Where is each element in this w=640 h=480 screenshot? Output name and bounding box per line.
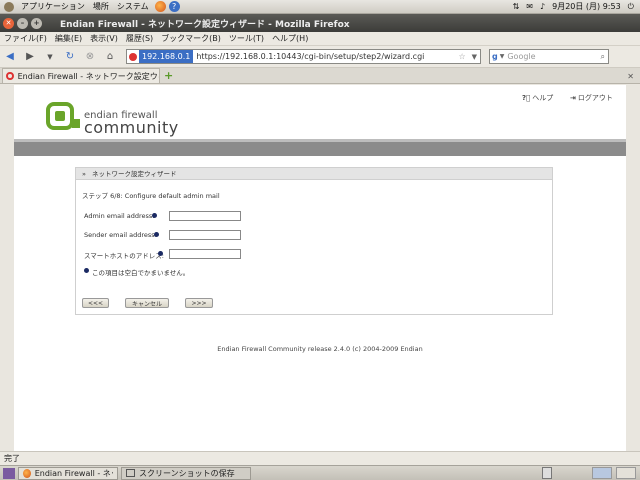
history-dropdown-icon[interactable]: ▼ [43, 50, 57, 64]
menu-history[interactable]: 履歴(S) [122, 33, 157, 44]
show-desktop-icon[interactable] [3, 467, 15, 479]
sender-email-input[interactable] [169, 230, 241, 240]
wizard-title: ネットワーク設定ウィザード [91, 170, 177, 178]
note-dot-icon [84, 268, 89, 273]
reload-icon[interactable]: ↻ [63, 50, 77, 64]
clock[interactable]: 9月20日 (月) 9:53 [552, 1, 621, 12]
wizard-step: ステップ 6/8: Configure default admin mail [82, 192, 220, 200]
smarthost-label: スマートホストのアドレス: [84, 252, 164, 260]
status-text: 完了 [4, 454, 20, 463]
top-panel: アプリケーション 場所 システム ? ⇅ ✉ ♪ 9月20日 (月) 9:53 … [0, 0, 640, 14]
help-link[interactable]: ?⃞ ヘルプ [522, 93, 553, 103]
panel-menu-applications[interactable]: アプリケーション [17, 1, 89, 12]
home-icon[interactable]: ⌂ [103, 50, 117, 64]
menu-help[interactable]: ヘルプ(H) [268, 33, 312, 44]
next-button[interactable]: >>> [185, 298, 213, 308]
bottom-taskbar: Endian Firewall - ネッ... スクリーンショットの保存 [0, 465, 640, 480]
search-icon[interactable]: ⌕ [601, 52, 608, 62]
taskbar-item-firefox[interactable]: Endian Firewall - ネッ... [18, 466, 118, 480]
bookmark-star-icon[interactable]: ☆ [455, 52, 468, 61]
tab-endian[interactable]: Endian Firewall - ネットワーク設定ウィ... [2, 68, 160, 83]
logout-link[interactable]: ⇥ ログアウト [570, 93, 613, 103]
close-icon[interactable]: ✕ [3, 17, 14, 29]
volume-icon[interactable]: ♪ [540, 2, 545, 11]
panel-menu-system[interactable]: システム [113, 1, 153, 12]
workspace-switcher[interactable] [592, 467, 612, 479]
url-host[interactable]: 192.168.0.1 [139, 50, 194, 63]
required-dot-icon [152, 213, 157, 218]
taskbar-item-label: Endian Firewall - ネッ... [34, 468, 113, 478]
taskbar-item-label: スクリーンショットの保存 [139, 468, 235, 478]
page-content: endian firewall community ?⃞ ヘルプ ⇥ ログアウト… [14, 85, 626, 451]
workspace-switcher-2[interactable] [616, 467, 636, 479]
screenshot-icon [126, 469, 135, 477]
forward-icon[interactable]: ▶ [23, 50, 37, 64]
window-title: Endian Firewall - ネットワーク設定ウィザード - Mozill… [60, 19, 350, 30]
required-dot-icon [158, 251, 163, 256]
tab-favicon [6, 72, 14, 80]
tab-close-icon[interactable]: ✕ [627, 72, 634, 81]
google-engine-icon[interactable]: g [490, 52, 500, 61]
sender-email-label: Sender email address: [84, 231, 157, 239]
menubar: ファイル(F) 編集(E) 表示(V) 履歴(S) ブックマーク(B) ツール(… [0, 32, 640, 46]
admin-email-label: Admin email address: [84, 212, 155, 220]
url-text[interactable]: https://192.168.0.1:10443/cgi-bin/setup/… [193, 52, 455, 61]
required-dot-icon [154, 232, 159, 237]
new-tab-icon[interactable]: + [164, 69, 173, 82]
tab-bar: Endian Firewall - ネットワーク設定ウィ... + ✕ [0, 68, 640, 84]
logout-link-text[interactable]: ログアウト [578, 93, 613, 103]
menu-bookmarks[interactable]: ブックマーク(B) [157, 33, 225, 44]
network-icon[interactable]: ⇅ [513, 2, 520, 11]
endian-logo[interactable]: endian firewall community [46, 102, 186, 138]
optional-note: この項目は空白でかまいません。 [92, 269, 190, 277]
endian-logo-icon [46, 102, 80, 130]
page-footer: Endian Firewall Community release 2.4.0 … [217, 345, 423, 353]
search-placeholder[interactable]: Google [504, 52, 600, 61]
smarthost-input[interactable] [169, 249, 241, 259]
back-icon[interactable]: ◀ [3, 50, 17, 64]
panel-menu-places[interactable]: 場所 [89, 1, 113, 12]
menu-tools[interactable]: ツール(T) [225, 33, 268, 44]
tab-label: Endian Firewall - ネットワーク設定ウィ... [17, 71, 159, 81]
url-dropdown-icon[interactable]: ▼ [469, 53, 480, 61]
help-link-text[interactable]: ヘルプ [532, 93, 553, 103]
back-button[interactable]: <<< [82, 298, 109, 308]
header-strip [14, 142, 626, 156]
trash-icon[interactable] [542, 467, 552, 479]
navigation-toolbar: ◀ ▶ ▼ ↻ ⊗ ⌂ 192.168.0.1 https://192.168.… [0, 46, 640, 68]
menu-file[interactable]: ファイル(F) [0, 33, 51, 44]
taskbar-item-screenshot[interactable]: スクリーンショットの保存 [121, 466, 251, 480]
cancel-button[interactable]: キャンセル [125, 298, 169, 308]
wizard-panel: » ネットワーク設定ウィザード ステップ 6/8: Configure defau… [75, 167, 553, 315]
maximize-icon[interactable]: + [31, 17, 42, 29]
site-identity-icon[interactable] [129, 52, 137, 61]
firefox-launcher-icon[interactable] [154, 1, 166, 12]
admin-email-input[interactable] [169, 211, 241, 221]
logo-bottom-text: community [84, 118, 179, 137]
chevron-right-icon: » [82, 170, 86, 178]
wizard-header: » ネットワーク設定ウィザード [76, 168, 552, 180]
menu-edit[interactable]: 編集(E) [51, 33, 86, 44]
help-icon: ?⃞ [522, 94, 531, 102]
help-launcher-icon[interactable]: ? [168, 1, 180, 12]
window-titlebar[interactable]: ✕ – + Endian Firewall - ネットワーク設定ウィザード - … [0, 14, 640, 32]
gnome-foot-icon[interactable] [4, 1, 14, 12]
firefox-icon [23, 468, 31, 478]
power-icon[interactable]: ⏻ [628, 2, 634, 12]
logout-icon: ⇥ [570, 94, 576, 102]
url-bar[interactable]: 192.168.0.1 https://192.168.0.1:10443/cg… [126, 49, 481, 64]
stop-icon[interactable]: ⊗ [83, 50, 97, 64]
menu-view[interactable]: 表示(V) [86, 33, 122, 44]
mail-icon[interactable]: ✉ [526, 2, 533, 11]
status-bar: 完了 [0, 451, 640, 465]
search-box[interactable]: g ▼ Google ⌕ [489, 49, 609, 64]
minimize-icon[interactable]: – [17, 17, 28, 29]
